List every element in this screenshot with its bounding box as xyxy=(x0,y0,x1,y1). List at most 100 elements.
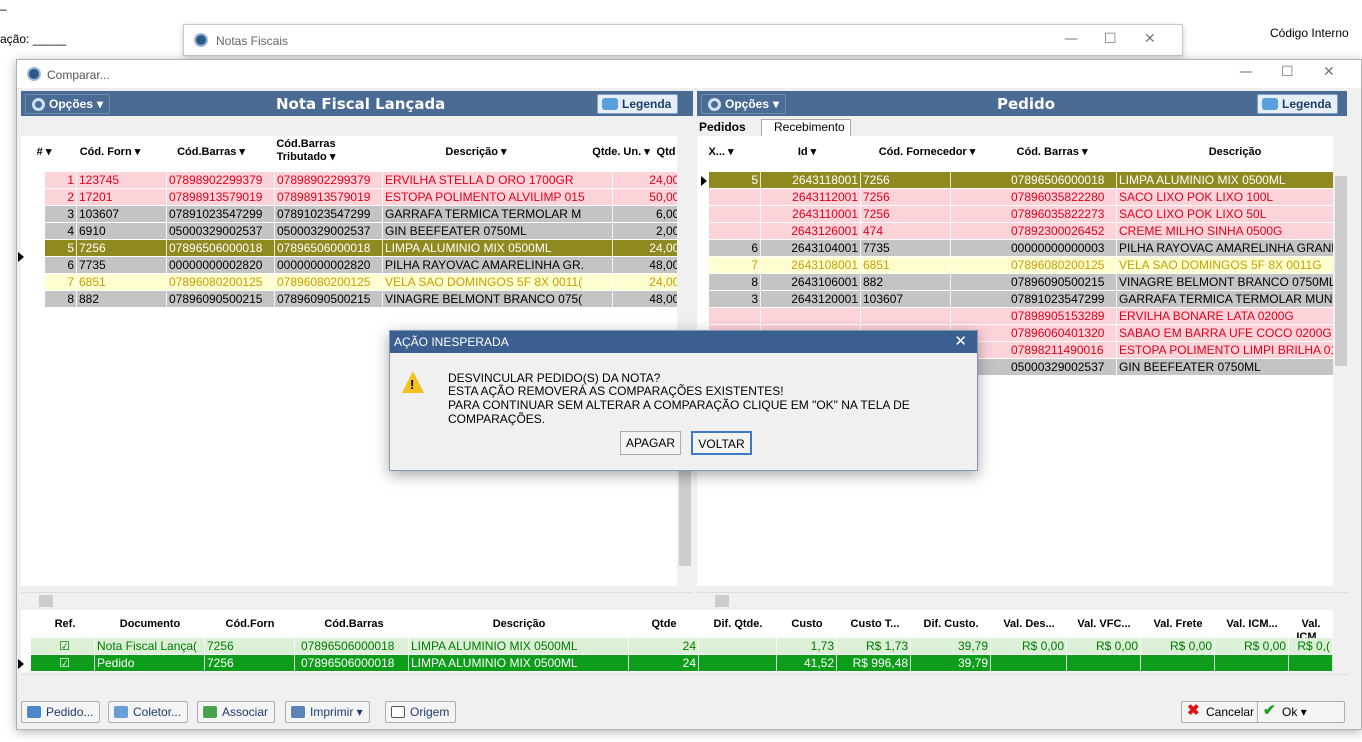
cell-desc: LIMPA ALUMINIO MIX 0500ML xyxy=(409,655,629,671)
col-header-5[interactable]: Qtde xyxy=(629,618,699,631)
cell-n: 5 xyxy=(45,240,77,256)
minimize-icon[interactable]: — xyxy=(1064,31,1078,47)
col-header-descricao[interactable]: Descrição xyxy=(1137,146,1333,159)
table-row[interactable]: 7 6851 07896080200125 07896080200125 VELA SA… xyxy=(45,274,677,290)
col-header-cod-forn[interactable]: Cód. Forn ▾ xyxy=(65,146,155,159)
left-hscrollbar[interactable] xyxy=(21,592,693,608)
cell-barras: 07898913579019 xyxy=(167,189,275,205)
cell-qtd: 6,000 xyxy=(613,206,677,222)
right-vscrollbar[interactable] xyxy=(1333,136,1349,586)
table-row[interactable]: 8 882 07896090500215 07896090500215 VINAGRE … xyxy=(45,291,677,307)
ok-button[interactable]: ✔ Ok ▾ xyxy=(1257,701,1345,723)
cell-forn: 7256 xyxy=(205,655,295,671)
col-header-x[interactable]: X... ▾ xyxy=(701,146,741,159)
table-row[interactable]: 2 17201 07898913579019 07898913579019 ESTOPA… xyxy=(45,189,677,205)
col-header-descricao[interactable]: Descrição ▾ xyxy=(366,146,586,159)
cell-desc: ESTOPA POLIMENTO LIMPI BRILHA 01 xyxy=(1117,342,1333,358)
associar-button[interactable]: Associar xyxy=(197,701,276,723)
col-header-cod-barras[interactable]: Cód. Barras ▾ xyxy=(997,146,1107,159)
col-header-10[interactable]: Val. Des... xyxy=(991,618,1067,631)
tab-recebimento[interactable]: Recebimento xyxy=(761,119,851,136)
left-vscroll-thumb[interactable] xyxy=(679,466,691,566)
dialog-close-icon[interactable]: ✕ xyxy=(954,331,967,353)
cell-vdes: R$ 0,00 xyxy=(991,638,1067,654)
col-header-1[interactable]: Documento xyxy=(95,618,205,631)
col-header-12[interactable]: Val. Frete xyxy=(1141,618,1215,631)
table-row[interactable]: 7 2643108001 6851 07896080200125 VELA SAO DO… xyxy=(709,257,1333,273)
table-row[interactable]: 07898905153289 ERVILHA BONARE LATA 0200G xyxy=(709,308,1333,324)
col-header-7[interactable]: Custo xyxy=(777,618,837,631)
close-icon[interactable]: ✕ xyxy=(1323,64,1335,80)
table-row[interactable]: 4 6910 05000329002537 05000329002537 GIN BEE… xyxy=(45,223,677,239)
maximize-icon[interactable]: ☐ xyxy=(1281,64,1294,80)
col-header-cod-barras[interactable]: Cód.Barras ▾ xyxy=(161,146,261,159)
origem-button[interactable]: Origem xyxy=(385,701,457,723)
cell-forn: 7256 xyxy=(205,638,295,654)
col-header-9[interactable]: Dif. Custo. xyxy=(911,618,991,631)
left-hscroll-thumb[interactable] xyxy=(39,595,53,607)
left-legend-button[interactable]: Legenda xyxy=(597,94,679,114)
left-panel-header: Opções ▾ Nota Fiscal Lançada Legenda xyxy=(21,91,693,116)
cell-barras: 07896090500215 xyxy=(1009,274,1117,290)
table-row[interactable]: 3 2643120001 103607 07891023547299 GARRAFA T… xyxy=(709,291,1333,307)
cell-ref[interactable]: ☑ xyxy=(35,638,95,654)
table-row[interactable]: 2643126001 474 07892300026452 CREME MILHO S… xyxy=(709,223,1333,239)
pedido-button[interactable]: Pedido... xyxy=(21,701,101,723)
minimize-icon[interactable]: — xyxy=(1239,64,1253,80)
cell-trib: 07891023547299 xyxy=(275,206,383,222)
bottom-hscrollbar[interactable] xyxy=(21,674,1349,690)
cell-barras: 07896035822280 xyxy=(1009,189,1117,205)
imprimir-button[interactable]: Imprimir ▾ xyxy=(285,701,370,723)
col-header-6[interactable]: Dif. Qtde. xyxy=(699,618,777,631)
cell-desc: GIN BEEFEATER 0750ML xyxy=(1117,359,1333,375)
table-row[interactable]: ☑ Nota Fiscal Lança(7256 07896506000018 LIM… xyxy=(31,638,1333,654)
col-header-8[interactable]: Custo T... xyxy=(839,618,911,631)
cell-forn xyxy=(861,308,951,324)
cell-x xyxy=(709,189,761,205)
apagar-button[interactable]: APAGAR xyxy=(620,431,681,455)
right-hscrollbar[interactable] xyxy=(697,592,1349,608)
cell-ref[interactable]: ☑ xyxy=(35,655,95,671)
right-hscroll-thumb[interactable] xyxy=(715,595,729,607)
col-header-0[interactable]: Ref. xyxy=(35,618,95,631)
left-options-button[interactable]: Opções ▾ xyxy=(25,94,111,114)
table-row[interactable]: ☑ Pedido 7256 07896506000018 LIMPA ALUMINIO … xyxy=(31,655,1333,671)
voltar-button[interactable]: VOLTAR xyxy=(691,431,752,455)
cell-forn: 7735 xyxy=(77,257,167,273)
table-row[interactable]: 1 123745 07898902299379 07898902299379 ERVIL… xyxy=(45,172,677,188)
maximize-icon[interactable]: ☐ xyxy=(1104,31,1117,47)
right-options-button[interactable]: Opções ▾ xyxy=(701,94,787,114)
coletor-button[interactable]: Coletor... xyxy=(108,701,189,723)
col-header-qtd[interactable]: Qtd xyxy=(655,146,677,159)
col-header-cod-fornecedor[interactable]: Cód. Fornecedor ▾ xyxy=(862,146,992,159)
tab-pedidos[interactable]: Pedidos xyxy=(699,120,746,134)
cell-forn: 882 xyxy=(77,291,167,307)
cell-vicm2 xyxy=(1289,655,1333,671)
cell-x xyxy=(709,308,761,324)
cell-id: 2643112001 xyxy=(761,189,861,205)
notas-fiscais-title: Notas Fiscais xyxy=(216,34,289,48)
cancelar-button[interactable]: ✖ Cancelar xyxy=(1181,701,1262,723)
col-header-2[interactable]: Cód.Forn xyxy=(205,618,295,631)
right-legend-button[interactable]: Legenda xyxy=(1257,94,1339,114)
cell-id: 2643108001 xyxy=(761,257,861,273)
col-header-11[interactable]: Val. VFC... xyxy=(1067,618,1141,631)
col-header-13[interactable]: Val. ICM... xyxy=(1215,618,1289,631)
right-vscroll-thumb[interactable] xyxy=(1335,176,1347,366)
table-row[interactable]: 3 103607 07891023547299 07891023547299 GARRA… xyxy=(45,206,677,222)
table-row[interactable]: 6 7735 00000000002820 00000000002820 PILHA R… xyxy=(45,257,677,273)
table-row[interactable]: 2643112001 7256 07896035822280 SACO LIXO PO… xyxy=(709,189,1333,205)
table-row[interactable]: 8 2643106001 882 07896090500215 VINAGRE BELM… xyxy=(709,274,1333,290)
table-row[interactable]: 5 2643118001 7256 07896506000018 LIMPA ALUMI… xyxy=(709,172,1333,188)
close-icon[interactable]: ✕ xyxy=(1144,31,1156,47)
col-header-3[interactable]: Cód.Barras xyxy=(299,618,409,631)
col-header-qtde-un[interactable]: Qtde. Un. ▾ xyxy=(586,146,656,159)
table-row[interactable]: 2643110001 7256 07896035822273 SACO LIXO PO… xyxy=(709,206,1333,222)
table-row[interactable]: 5 7256 07896506000018 07896506000018 LIMPA A… xyxy=(45,240,677,256)
cell-desc: VELA SAO DOMINGOS 5F 8X 0011( xyxy=(383,274,613,290)
col-header-num[interactable]: # ▾ xyxy=(29,146,59,159)
col-header-cod-barras-tributado[interactable]: Cód.Barras Tributado ▾ xyxy=(261,138,351,164)
col-header-4[interactable]: Descrição xyxy=(409,618,629,631)
table-row[interactable]: 6 2643104001 7735 00000000000003 PILHA RAYOV… xyxy=(709,240,1333,256)
col-header-id[interactable]: Id ▾ xyxy=(757,146,857,159)
